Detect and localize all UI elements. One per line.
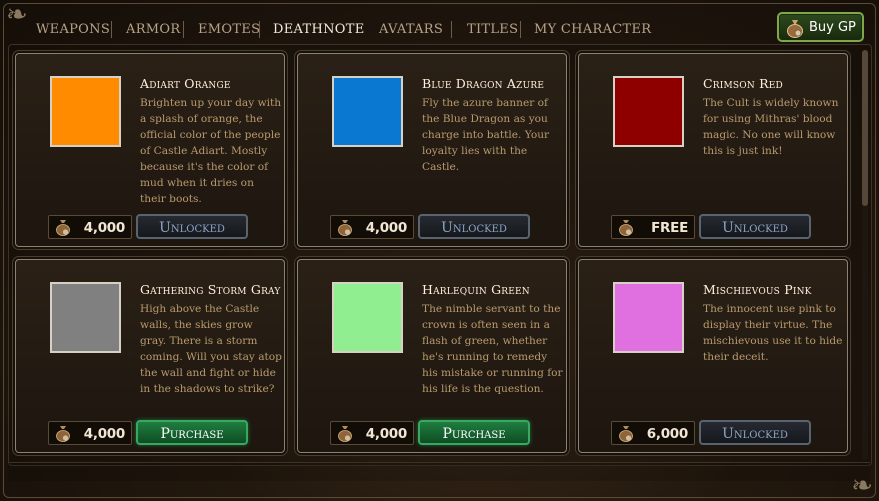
tab-divider — [111, 21, 112, 38]
price-box: 4,000 — [48, 421, 132, 445]
color-swatch — [332, 282, 403, 353]
coin-bag-icon — [619, 220, 633, 236]
coin-bag-icon — [338, 426, 352, 442]
action-label: Purchase — [442, 426, 506, 442]
color-swatch — [332, 76, 403, 147]
price-amount: 4,000 — [83, 426, 126, 442]
item-description: The innocent use pink to display their v… — [703, 303, 843, 363]
item-name: Harlequin Green — [422, 282, 530, 297]
unlocked-button[interactable]: Unlocked — [699, 214, 811, 239]
coin-bag-icon — [787, 20, 803, 38]
purchase-button[interactable]: Purchase — [136, 420, 248, 445]
coin-bag-icon — [56, 426, 70, 442]
item-card-harlequin-green: Harlequin Green The nimble servant to th… — [297, 259, 567, 453]
item-card-adiart-orange: Adiart Orange Brighten up your day with … — [15, 53, 285, 247]
color-swatch — [613, 282, 684, 353]
bottom-bar — [8, 462, 870, 481]
purchase-button[interactable]: Purchase — [418, 420, 530, 445]
tab-my-character[interactable]: MY CHARACTER — [534, 22, 651, 37]
tab-avatars[interactable]: AVATARS — [379, 22, 443, 37]
item-description: The Cult is widely known for using Mithr… — [703, 97, 839, 157]
item-card-mischievous-pink: Mischievous Pink The innocent use pink t… — [578, 259, 848, 453]
action-label: Unlocked — [159, 220, 225, 236]
tab-weapons[interactable]: WEAPONS — [36, 22, 110, 37]
price-box: 4,000 — [330, 421, 414, 445]
price-amount: 4,000 — [365, 426, 408, 442]
coin-bag-icon — [338, 220, 352, 236]
item-name: Gathering Storm Gray — [140, 282, 281, 297]
item-card-gathering-storm-gray: Gathering Storm Gray High above the Cast… — [15, 259, 285, 453]
item-description: Brighten up your day with a splash of or… — [140, 97, 282, 205]
tab-deathnote[interactable]: DEATHNOTE — [273, 22, 365, 37]
tab-divider — [183, 21, 184, 38]
action-label: Unlocked — [441, 220, 507, 236]
color-swatch — [613, 76, 684, 147]
action-label: Purchase — [160, 426, 224, 442]
price-amount: FREE — [651, 220, 688, 236]
tab-divider — [520, 21, 521, 38]
tab-divider — [259, 21, 260, 38]
color-swatch — [50, 76, 121, 147]
buy-gp-label: Buy GP — [809, 20, 856, 35]
unlocked-button[interactable]: Unlocked — [418, 214, 530, 239]
item-name: Adiart Orange — [140, 76, 231, 91]
coin-bag-icon — [56, 220, 70, 236]
tab-titles[interactable]: TITLES — [467, 22, 518, 37]
unlocked-button[interactable]: Unlocked — [136, 214, 248, 239]
unlocked-button[interactable]: Unlocked — [699, 420, 811, 445]
buy-gp-button[interactable]: Buy GP — [777, 12, 864, 42]
store-window: ❧ ❧ WEAPONS ARMOR EMOTES DEATHNOTE AVATA… — [0, 0, 879, 501]
item-name: Crimson Red — [703, 76, 783, 91]
action-label: Unlocked — [722, 426, 788, 442]
item-description: Fly the azure banner of the Blue Dragon … — [422, 97, 550, 173]
item-card-blue-dragon-azure: Blue Dragon Azure Fly the azure banner o… — [297, 53, 567, 247]
price-amount: 4,000 — [83, 220, 126, 236]
coin-bag-icon — [619, 426, 633, 442]
price-amount: 6,000 — [646, 426, 689, 442]
action-label: Unlocked — [722, 220, 788, 236]
price-amount: 4,000 — [365, 220, 408, 236]
item-description: High above the Castle walls, the skies g… — [140, 303, 282, 395]
tab-divider — [451, 21, 452, 38]
scrollbar-thumb[interactable] — [862, 50, 868, 206]
item-name: Mischievous Pink — [703, 282, 812, 297]
item-name: Blue Dragon Azure — [422, 76, 545, 91]
tab-emotes[interactable]: EMOTES — [198, 22, 260, 37]
price-box: 4,000 — [330, 215, 414, 239]
color-swatch — [50, 282, 121, 353]
tab-armor[interactable]: ARMOR — [126, 22, 180, 37]
item-description: The nimble servant to the crown is often… — [422, 303, 563, 395]
price-box: 4,000 — [48, 215, 132, 239]
price-box: FREE — [611, 215, 695, 239]
item-card-crimson-red: Crimson Red The Cult is widely known for… — [578, 53, 848, 247]
price-box: 6,000 — [611, 421, 695, 445]
